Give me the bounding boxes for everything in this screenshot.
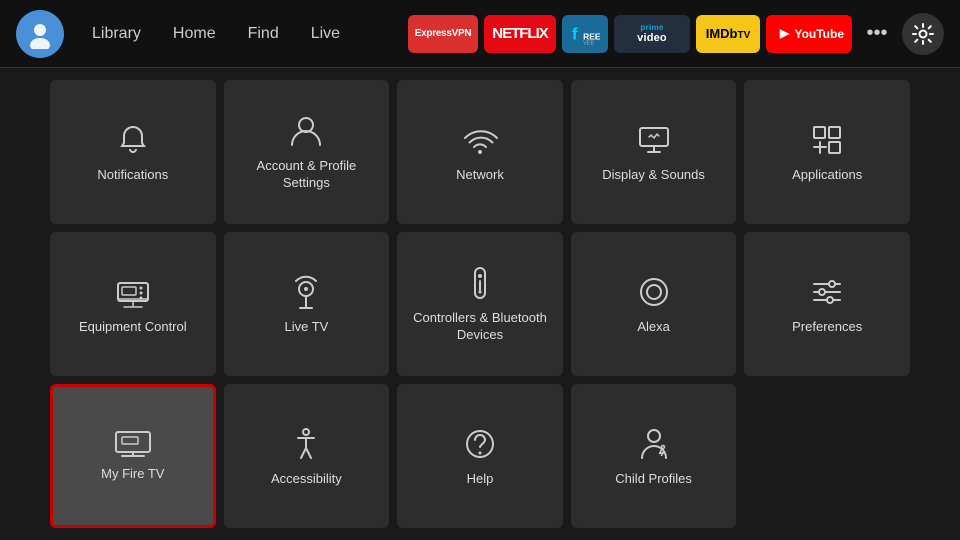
grid-item-live-tv[interactable]: Live TV bbox=[224, 232, 390, 376]
freevee-icon[interactable]: f REE VEE bbox=[562, 15, 608, 53]
apps-icon bbox=[808, 121, 846, 159]
top-navigation: Library Home Find Live ExpressVPN NETFLI… bbox=[0, 0, 960, 68]
remote-icon bbox=[461, 264, 499, 302]
applications-label: Applications bbox=[792, 167, 862, 184]
grid-empty-cell bbox=[744, 384, 910, 528]
equipment-control-label: Equipment Control bbox=[79, 319, 187, 336]
bell-icon bbox=[114, 121, 152, 159]
alexa-icon bbox=[635, 273, 673, 311]
grid-item-alexa[interactable]: Alexa bbox=[571, 232, 737, 376]
firetv-icon bbox=[114, 430, 152, 458]
live-tv-label: Live TV bbox=[284, 319, 328, 336]
notifications-label: Notifications bbox=[97, 167, 168, 184]
accessibility-label: Accessibility bbox=[271, 471, 342, 488]
grid-item-display-sounds[interactable]: Display & Sounds bbox=[571, 80, 737, 224]
grid-item-applications[interactable]: Applications bbox=[744, 80, 910, 224]
nav-links: Library Home Find Live bbox=[78, 19, 354, 49]
accessibility-icon bbox=[287, 425, 325, 463]
youtube-icon[interactable]: YouTube bbox=[766, 15, 852, 53]
controllers-bluetooth-label: Controllers & Bluetooth Devices bbox=[407, 310, 553, 344]
grid-item-network[interactable]: Network bbox=[397, 80, 563, 224]
grid-item-account-profile[interactable]: Account & Profile Settings bbox=[224, 80, 390, 224]
more-apps-button[interactable]: ••• bbox=[858, 15, 896, 53]
grid-item-child-profiles[interactable]: Child Profiles bbox=[571, 384, 737, 528]
netflix-icon[interactable]: NETFLIX bbox=[484, 15, 556, 53]
preferences-label: Preferences bbox=[792, 319, 862, 336]
expressvpn-icon[interactable]: ExpressVPN bbox=[408, 15, 478, 53]
grid-item-equipment-control[interactable]: Equipment Control bbox=[50, 232, 216, 376]
account-profile-label: Account & Profile Settings bbox=[234, 158, 380, 192]
user-avatar[interactable] bbox=[16, 10, 64, 58]
grid-item-preferences[interactable]: Preferences bbox=[744, 232, 910, 376]
svg-text:f: f bbox=[572, 24, 578, 43]
child-icon bbox=[635, 425, 673, 463]
nav-home[interactable]: Home bbox=[159, 19, 230, 49]
child-profiles-label: Child Profiles bbox=[615, 471, 692, 488]
nav-find[interactable]: Find bbox=[234, 19, 293, 49]
my-fire-tv-label: My Fire TV bbox=[101, 466, 164, 483]
tv-icon bbox=[114, 273, 152, 311]
nav-library[interactable]: Library bbox=[78, 19, 155, 49]
imdb-icon[interactable]: IMDbTV bbox=[696, 15, 760, 53]
primevideo-icon[interactable]: prime video bbox=[614, 15, 690, 53]
display-sounds-label: Display & Sounds bbox=[602, 167, 705, 184]
display-icon bbox=[635, 121, 673, 159]
nav-live[interactable]: Live bbox=[297, 19, 354, 49]
wifi-icon bbox=[461, 121, 499, 159]
grid-item-my-fire-tv[interactable]: My Fire TV bbox=[50, 384, 216, 528]
help-icon bbox=[461, 425, 499, 463]
grid-item-accessibility[interactable]: Accessibility bbox=[224, 384, 390, 528]
antenna-icon bbox=[287, 273, 325, 311]
grid-item-notifications[interactable]: Notifications bbox=[50, 80, 216, 224]
sliders-icon bbox=[808, 273, 846, 311]
grid-item-controllers-bluetooth[interactable]: Controllers & Bluetooth Devices bbox=[397, 232, 563, 376]
network-label: Network bbox=[456, 167, 504, 184]
help-label: Help bbox=[467, 471, 494, 488]
grid-item-help[interactable]: Help bbox=[397, 384, 563, 528]
alexa-label: Alexa bbox=[637, 319, 670, 336]
svg-text:VEE: VEE bbox=[583, 40, 594, 45]
person-icon bbox=[287, 112, 325, 150]
settings-grid: Notifications Account & Profile Settings… bbox=[0, 68, 960, 540]
settings-button[interactable] bbox=[902, 13, 944, 55]
app-icons-bar: ExpressVPN NETFLIX f REE VEE prime video… bbox=[408, 13, 944, 55]
